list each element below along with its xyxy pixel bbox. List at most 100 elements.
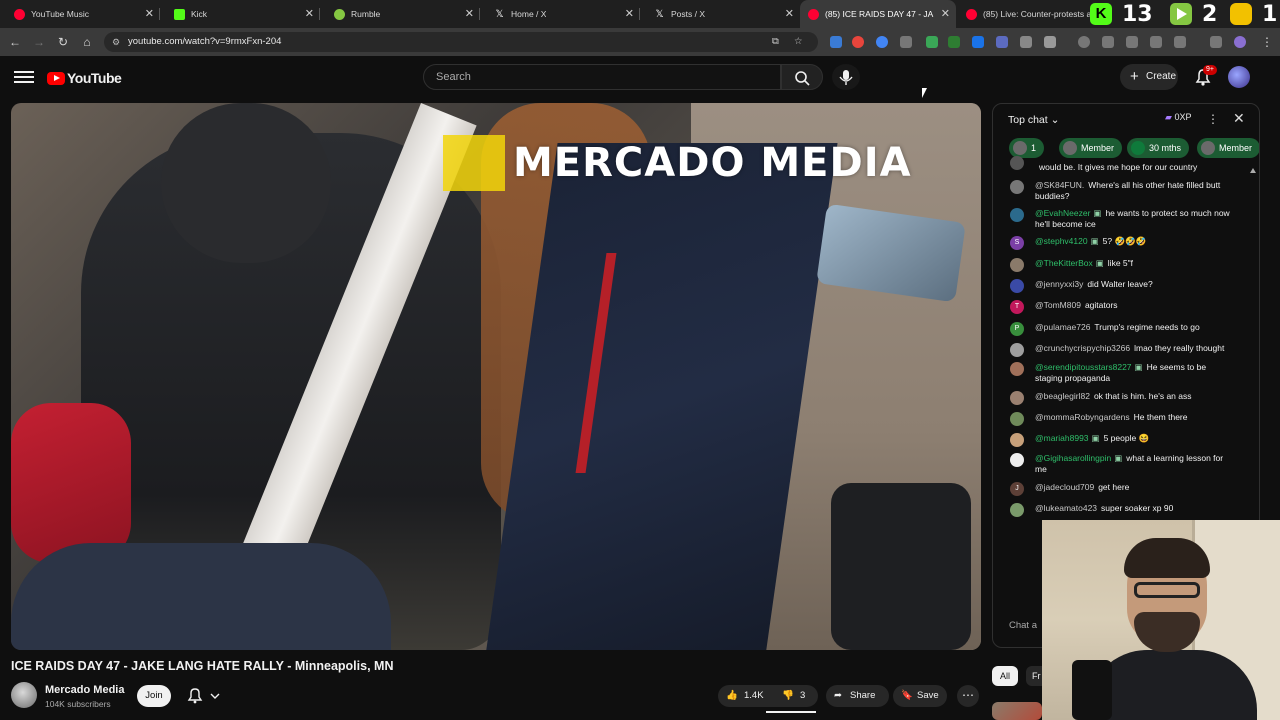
search-input[interactable]: Search bbox=[423, 64, 781, 90]
chat-author-name[interactable]: @mariah8993 bbox=[1035, 433, 1089, 443]
voice-search-button[interactable] bbox=[832, 64, 860, 90]
save-button[interactable]: 🔖 Save bbox=[893, 685, 947, 707]
browser-menu-icon[interactable]: ⋮ bbox=[1258, 33, 1276, 51]
chat-author-name[interactable]: @Gigihasarollingpin bbox=[1035, 453, 1111, 463]
url-field[interactable]: ⚙ youtube.com/watch?v=9rmxFxn-204 ⧉ ☆ bbox=[104, 32, 818, 52]
more-options-icon[interactable]: ⋮ bbox=[1207, 112, 1219, 126]
chat-author-avatar[interactable] bbox=[1010, 503, 1024, 517]
close-tab-icon[interactable]: ✕ bbox=[941, 7, 950, 21]
extension-icon[interactable] bbox=[830, 36, 842, 48]
history-icon[interactable] bbox=[1078, 36, 1090, 48]
recommended-video-thumbnail[interactable] bbox=[992, 702, 1042, 720]
profile-avatar-icon[interactable] bbox=[1234, 36, 1246, 48]
tab-ice-raids-active[interactable]: (85) ICE RAIDS DAY 47 - JA ✕ bbox=[800, 0, 956, 28]
extension-icon[interactable] bbox=[1020, 36, 1032, 48]
extension-icon[interactable] bbox=[948, 36, 960, 48]
tab-rumble[interactable]: Rumble ✕ bbox=[320, 0, 480, 28]
chat-author-name[interactable]: @EvahNeezer bbox=[1035, 208, 1090, 218]
extension-icon[interactable] bbox=[876, 36, 888, 48]
extension-icon[interactable] bbox=[926, 36, 938, 48]
close-tab-icon[interactable]: ✕ bbox=[145, 7, 154, 21]
chat-author-name[interactable]: @jadecloud709 bbox=[1035, 482, 1094, 492]
chat-author-name[interactable]: @TheKitterBox bbox=[1035, 258, 1093, 268]
chat-author-name[interactable]: @lukeamato423 bbox=[1035, 503, 1097, 513]
channel-avatar[interactable] bbox=[11, 682, 37, 708]
video-player[interactable]: MERCADO MEDIA bbox=[11, 103, 981, 650]
close-tab-icon[interactable]: ✕ bbox=[465, 7, 474, 21]
chat-author-avatar[interactable] bbox=[1010, 362, 1024, 376]
extension-icon[interactable] bbox=[900, 36, 912, 48]
tab-posts-x[interactable]: 𝕏 Posts / X ✕ bbox=[640, 0, 800, 28]
chat-author-avatar[interactable] bbox=[1010, 391, 1024, 405]
chat-author-name[interactable]: @crunchycrispychip3266 bbox=[1035, 343, 1130, 353]
tab-home-x[interactable]: 𝕏 Home / X ✕ bbox=[480, 0, 640, 28]
chat-author-avatar[interactable] bbox=[1010, 279, 1024, 293]
youtube-logo[interactable]: YouTube bbox=[47, 68, 122, 88]
chat-author-name[interactable]: @pulamae726 bbox=[1035, 322, 1090, 332]
chip-member[interactable]: Member bbox=[1059, 138, 1123, 158]
subscription-bell-button[interactable] bbox=[185, 685, 227, 707]
chip-gift-count[interactable]: 1 bbox=[1009, 138, 1045, 158]
close-tab-icon[interactable]: ✕ bbox=[305, 7, 314, 21]
chip-membership-months[interactable]: 30 mths bbox=[1127, 138, 1190, 158]
join-button[interactable]: Join bbox=[137, 685, 171, 707]
chat-author-avatar[interactable] bbox=[1010, 433, 1024, 447]
tab-kick[interactable]: Kick ✕ bbox=[160, 0, 320, 28]
tab-search-icon[interactable] bbox=[1102, 36, 1114, 48]
close-tab-icon[interactable]: ✕ bbox=[625, 7, 634, 21]
close-chat-icon[interactable]: ✕ bbox=[1233, 110, 1245, 127]
extension-icon[interactable] bbox=[996, 36, 1008, 48]
search-button[interactable] bbox=[781, 64, 823, 90]
tab-live-counter-protests[interactable]: (85) Live: Counter-protests an bbox=[956, 0, 1092, 28]
extensions-puzzle-icon[interactable] bbox=[1044, 36, 1056, 48]
tab-youtube-music[interactable]: YouTube Music ✕ bbox=[0, 0, 160, 28]
chat-author-avatar[interactable] bbox=[1010, 343, 1024, 357]
forward-arrow-icon[interactable]: → bbox=[30, 33, 48, 51]
devtools-icon[interactable] bbox=[1126, 36, 1138, 48]
chat-author-name[interactable]: @serendipitousstars8227 bbox=[1035, 362, 1132, 372]
filter-chip-all[interactable]: All bbox=[992, 666, 1018, 686]
chat-author-avatar[interactable] bbox=[1010, 208, 1024, 222]
like-count[interactable]: 1.4K bbox=[744, 685, 764, 707]
bookmark-star-icon[interactable]: ☆ bbox=[794, 32, 803, 52]
close-tab-icon[interactable]: ✕ bbox=[785, 7, 794, 21]
chat-author-avatar[interactable]: S bbox=[1010, 236, 1024, 250]
create-button[interactable]: + Create bbox=[1120, 64, 1178, 90]
chat-author-avatar[interactable]: J bbox=[1010, 482, 1024, 496]
chat-author-avatar[interactable]: T bbox=[1010, 300, 1024, 314]
home-icon[interactable]: ⌂ bbox=[78, 33, 96, 51]
chat-author-avatar[interactable] bbox=[1010, 180, 1024, 194]
chat-author-name[interactable]: @TomM809 bbox=[1035, 300, 1081, 310]
chat-author-name[interactable]: @stephv4120 bbox=[1035, 236, 1088, 246]
back-arrow-icon[interactable]: ← bbox=[6, 33, 24, 51]
chat-author-avatar[interactable] bbox=[1010, 156, 1024, 170]
dislike-count[interactable]: 3 bbox=[800, 685, 805, 707]
account-avatar[interactable] bbox=[1228, 66, 1250, 88]
chat-author-avatar[interactable]: P bbox=[1010, 322, 1024, 336]
more-actions-icon[interactable]: ⋯ bbox=[957, 685, 979, 707]
install-app-icon[interactable]: ⧉ bbox=[772, 32, 779, 52]
thumbs-down-icon[interactable]: 👎 bbox=[782, 685, 794, 707]
hamburger-menu-icon[interactable] bbox=[14, 68, 34, 86]
share-button[interactable]: ➦ Share bbox=[826, 685, 889, 707]
thumbs-up-icon[interactable]: 👍 bbox=[726, 685, 738, 707]
site-info-icon[interactable]: ⚙ bbox=[112, 32, 120, 52]
chat-scrollbar[interactable] bbox=[1250, 168, 1256, 468]
downloads-icon[interactable] bbox=[1210, 36, 1222, 48]
sidebar-icon[interactable] bbox=[1150, 36, 1162, 48]
chat-input[interactable]: Chat a bbox=[1009, 620, 1037, 631]
channel-name[interactable]: Mercado Media bbox=[45, 684, 124, 696]
chat-author-name[interactable]: @SK84FUN. bbox=[1035, 180, 1084, 190]
chat-author-avatar[interactable] bbox=[1010, 453, 1024, 467]
top-chat-dropdown[interactable]: Top chat ⌄ bbox=[1008, 114, 1059, 126]
chat-author-name[interactable]: @beaglegirl82 bbox=[1035, 391, 1090, 401]
extension-icon[interactable] bbox=[972, 36, 984, 48]
reload-icon[interactable]: ↻ bbox=[54, 33, 72, 51]
extension-icon[interactable] bbox=[852, 36, 864, 48]
chat-author-name[interactable]: @jennyxxi3y bbox=[1035, 279, 1083, 289]
chat-author-avatar[interactable] bbox=[1010, 258, 1024, 272]
profile-switch-icon[interactable] bbox=[1174, 36, 1186, 48]
chat-author-name[interactable]: @mommaRobyngardens bbox=[1035, 412, 1130, 422]
chip-member[interactable]: Member bbox=[1197, 138, 1259, 158]
chat-author-avatar[interactable] bbox=[1010, 412, 1024, 426]
